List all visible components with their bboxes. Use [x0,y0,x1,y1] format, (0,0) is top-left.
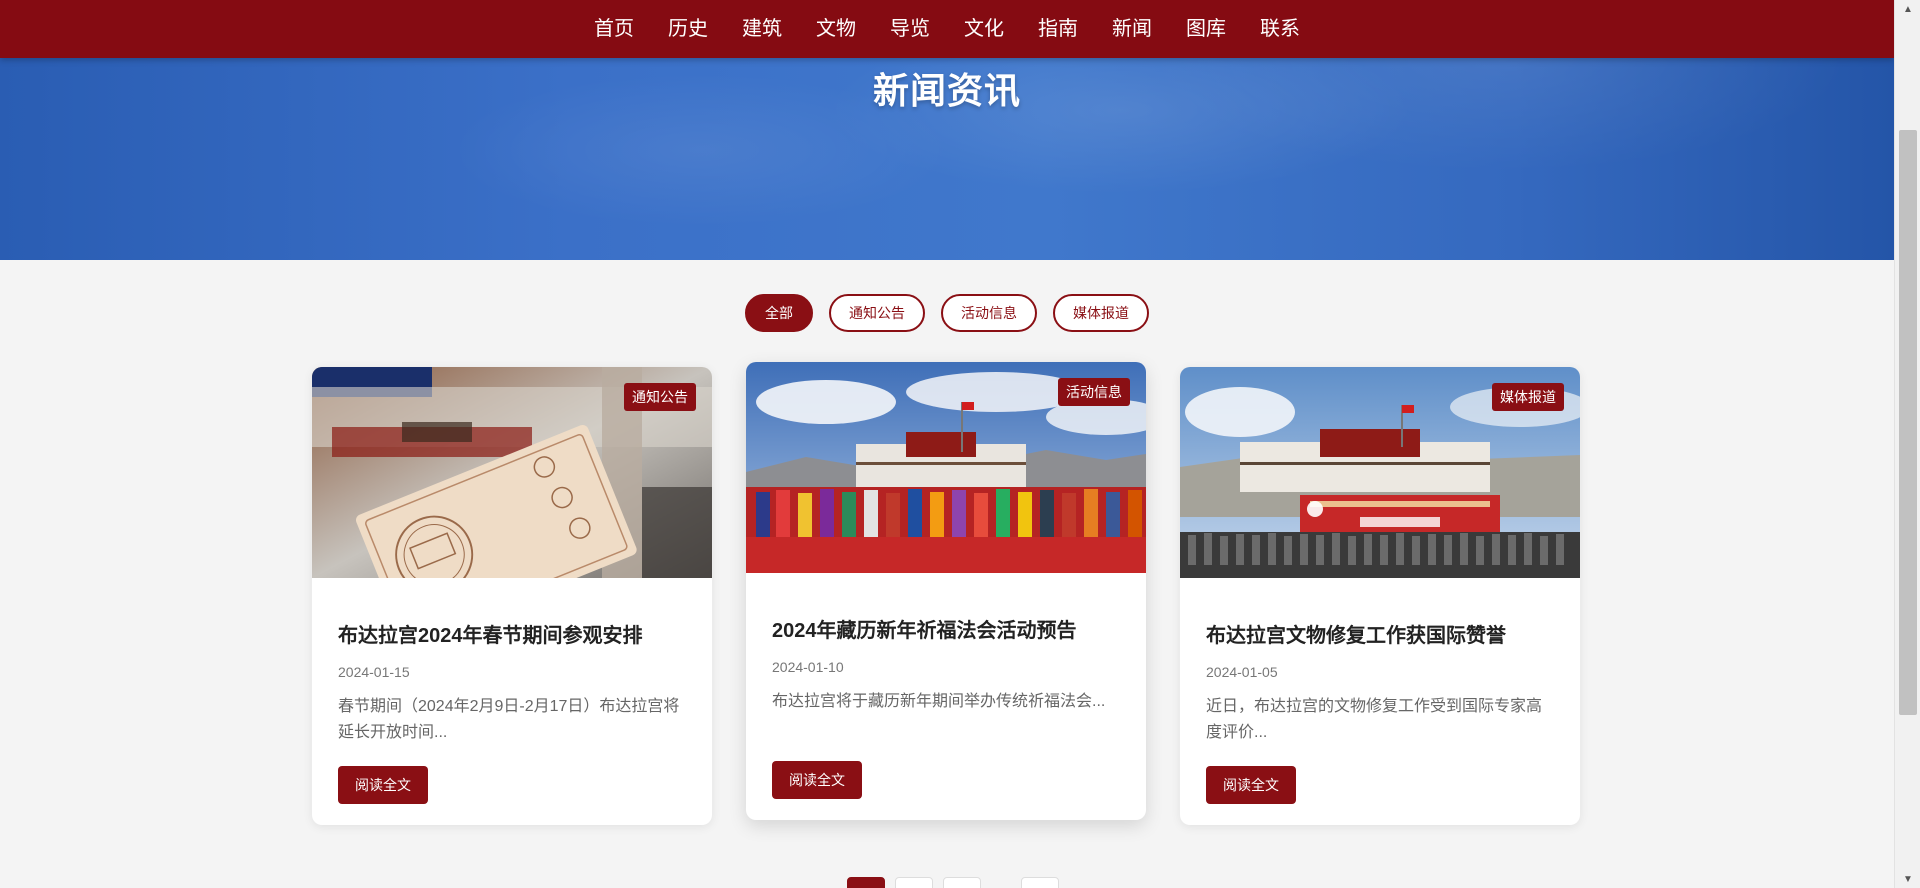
news-card-title[interactable]: 布达拉宫文物修复工作获国际赞誉 [1206,622,1554,650]
news-card[interactable]: 媒体报道 布达拉宫文物修复工作获国际赞誉 2024-01-05 近日，布达拉宫的… [1180,367,1580,825]
news-card-image[interactable]: 通知公告 [312,367,712,578]
news-card-image[interactable]: 活动信息 [746,362,1146,573]
news-card-title[interactable]: 2024年藏历新年祈福法会活动预告 [772,617,1120,645]
category-filter-bar: 全部 通知公告 活动信息 媒体报道 [0,294,1894,332]
news-card-date: 2024-01-10 [772,659,844,675]
news-card[interactable]: 通知公告 布达拉宫2024年春节期间参观安排 2024-01-15 春节期间（2… [312,367,712,825]
page-button[interactable] [895,877,933,888]
news-card-image[interactable]: 媒体报道 [1180,367,1580,578]
nav-item-architecture[interactable]: 建筑 [725,0,799,58]
page-title: 新闻资讯 [872,70,1021,111]
nav-item-history[interactable]: 历史 [651,0,725,58]
news-card-date: 2024-01-05 [1206,664,1278,680]
page-button[interactable] [943,877,981,888]
nav-item-guide[interactable]: 指南 [1021,0,1095,58]
pagination [847,877,1059,888]
news-card-body: 2024年藏历新年祈福法会活动预告 2024-01-10 布达拉宫将于藏历新年期… [746,617,1146,799]
nav-item-news[interactable]: 新闻 [1095,0,1169,58]
news-card-date: 2024-01-15 [338,664,410,680]
scrollbar-thumb[interactable] [1899,130,1917,715]
news-card-body: 布达拉宫文物修复工作获国际赞誉 2024-01-05 近日，布达拉宫的文物修复工… [1180,622,1580,804]
news-card[interactable]: 活动信息 2024年藏历新年祈福法会活动预告 2024-01-10 布达拉宫将于… [746,362,1146,820]
news-card-excerpt: 布达拉宫将于藏历新年期间举办传统祈福法会... [772,693,1106,710]
news-card-title[interactable]: 布达拉宫2024年春节期间参观安排 [338,622,686,650]
filter-notices-button[interactable]: 通知公告 [829,294,925,332]
vertical-scrollbar[interactable]: ▲ ▼ [1894,0,1920,888]
filter-events-button[interactable]: 活动信息 [941,294,1037,332]
nav-item-tour[interactable]: 导览 [873,0,947,58]
nav-menu: 首页 历史 建筑 文物 导览 文化 指南 新闻 图库 联系 [577,0,1317,58]
category-badge: 通知公告 [624,383,696,411]
read-more-button[interactable]: 阅读全文 [1206,766,1296,804]
nav-item-home[interactable]: 首页 [577,0,651,58]
filter-media-button[interactable]: 媒体报道 [1053,294,1149,332]
scroll-down-arrow-icon[interactable]: ▼ [1895,870,1920,888]
nav-item-contact[interactable]: 联系 [1243,0,1317,58]
read-more-button[interactable]: 阅读全文 [772,761,862,799]
category-badge: 媒体报道 [1492,383,1564,411]
page-viewport: 新闻资讯 首页 历史 建筑 文物 导览 文化 指南 新闻 图库 联系 全部 通知… [0,0,1894,888]
page-button-next[interactable] [1021,877,1059,888]
category-badge: 活动信息 [1058,378,1130,406]
news-card-excerpt: 春节期间（2024年2月9日-2月17日）布达拉宫将延长开放时间... [338,698,680,741]
read-more-button[interactable]: 阅读全文 [338,766,428,804]
news-card-body: 布达拉宫2024年春节期间参观安排 2024-01-15 春节期间（2024年2… [312,622,712,804]
news-card-excerpt: 近日，布达拉宫的文物修复工作受到国际专家高度评价... [1206,698,1543,741]
top-navigation: 首页 历史 建筑 文物 导览 文化 指南 新闻 图库 联系 [0,0,1894,58]
scroll-up-arrow-icon[interactable]: ▲ [1895,0,1920,18]
page-button-current[interactable] [847,877,885,888]
nav-item-culture[interactable]: 文化 [947,0,1021,58]
nav-item-relics[interactable]: 文物 [799,0,873,58]
nav-item-gallery[interactable]: 图库 [1169,0,1243,58]
filter-all-button[interactable]: 全部 [745,294,813,332]
